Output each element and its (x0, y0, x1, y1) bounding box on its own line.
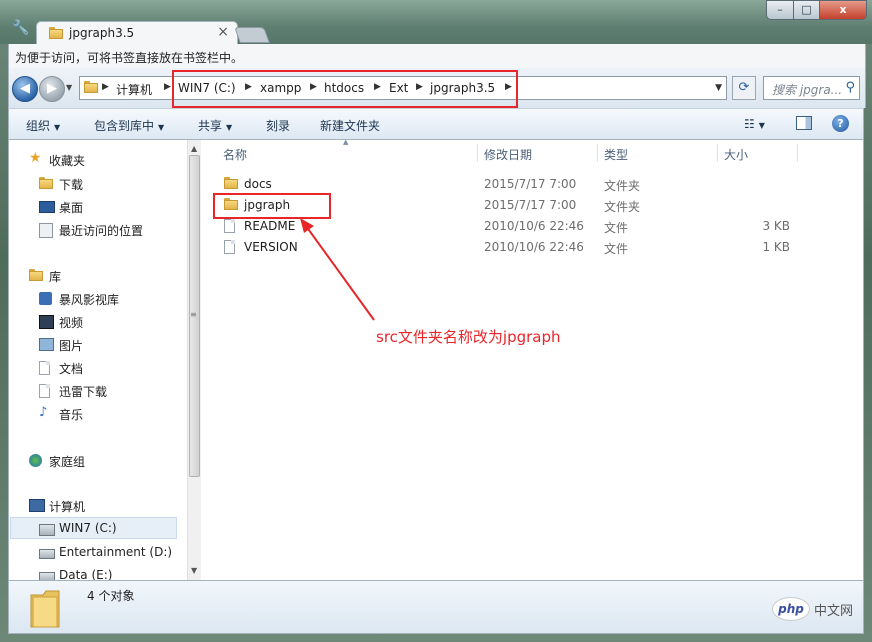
item-count: 4 个对象 (87, 589, 135, 603)
watermark-text: 中文网 (814, 603, 854, 619)
watermark: php 中文网 (772, 597, 853, 621)
status-bar: 4 个对象 (8, 580, 864, 634)
arrow-head (300, 218, 314, 233)
annotation-arrow (300, 218, 375, 321)
folder-large-icon (29, 587, 63, 632)
explorer-window: 🔧 jpgraph3.5 × – □ x 为便于访问，可将书签直接放在书签栏中。… (0, 0, 872, 642)
php-logo: php (772, 597, 810, 621)
arrow-line (305, 225, 375, 321)
folder-large-svg (30, 590, 60, 628)
annotation-text: src文件夹名称改为jpgraph (376, 328, 561, 346)
